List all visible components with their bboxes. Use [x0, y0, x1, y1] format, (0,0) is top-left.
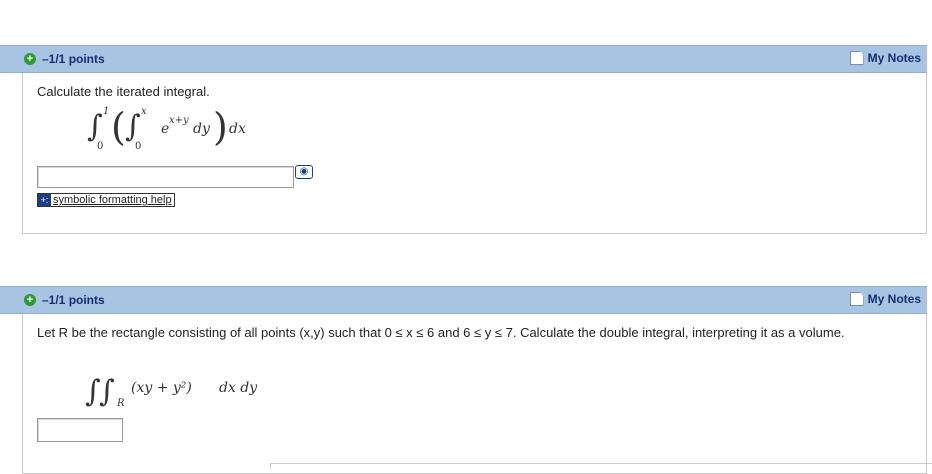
integrand: (xy + y²)	[131, 380, 192, 396]
integral-sign-2: ∫	[99, 374, 115, 409]
question-header: + –1/1 points My Notes	[0, 45, 927, 73]
help-plus-icon: +:	[38, 194, 51, 206]
next-panel-edge	[270, 463, 932, 469]
question-body: Calculate the iterated integral. ∫ 1 0 (…	[22, 73, 927, 234]
symbolic-formatting-help-button[interactable]: +: symbolic formatting help	[37, 193, 175, 207]
answer-input[interactable]	[37, 418, 123, 442]
my-notes-label: My Notes	[867, 292, 921, 306]
inner-upper-limit: x	[141, 106, 147, 117]
region-label: R	[117, 398, 125, 409]
outer-upper-limit: 1	[103, 106, 110, 117]
answer-input[interactable]	[37, 166, 294, 188]
expand-plus-icon[interactable]: +	[24, 53, 36, 65]
help-label: symbolic formatting help	[53, 194, 172, 206]
note-icon	[849, 292, 864, 306]
iterated-integral-math: ∫ 1 0 ( ∫ x 0 e x+y dy ) dx	[87, 103, 257, 153]
expand-plus-icon[interactable]: +	[24, 294, 36, 306]
preview-eye-icon[interactable]: ◉	[295, 165, 313, 179]
double-integral-math: ∫ ∫ R (xy + y²) dx dy	[85, 374, 285, 414]
points-label: –1/1 points	[42, 52, 105, 66]
question-header: + –1/1 points My Notes	[0, 286, 927, 314]
inner-differential: dy	[193, 121, 210, 137]
my-notes-button[interactable]: My Notes	[849, 51, 921, 65]
outer-lower-limit: 0	[97, 141, 104, 152]
differentials: dx dy	[219, 380, 258, 396]
inner-lower-limit: 0	[135, 141, 142, 152]
my-notes-button[interactable]: My Notes	[849, 292, 921, 306]
integrand-exponent: x+y	[169, 115, 189, 126]
inner-integral-sign: ∫	[125, 109, 141, 144]
points-label: –1/1 points	[42, 293, 105, 307]
question-body: Let R be the rectangle consisting of all…	[22, 314, 927, 474]
note-icon	[849, 51, 864, 65]
my-notes-label: My Notes	[867, 51, 921, 65]
right-paren: )	[213, 105, 228, 149]
question-prompt: Calculate the iterated integral.	[37, 84, 210, 99]
outer-integral-sign: ∫	[87, 109, 103, 144]
left-paren: (	[111, 105, 126, 149]
question-prompt: Let R be the rectangle consisting of all…	[37, 325, 845, 340]
outer-differential: dx	[229, 121, 246, 137]
